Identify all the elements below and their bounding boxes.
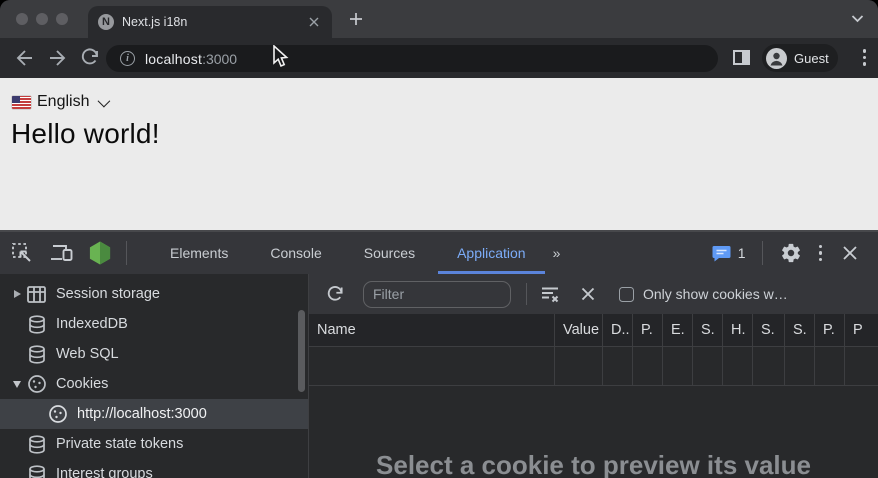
page-content: English Hello world! [0, 78, 878, 230]
issues-count: 1 [738, 245, 746, 261]
device-toolbar-icon[interactable] [50, 241, 74, 265]
cookies-panel: Only show cookies w… Name Value D.. P. E… [309, 274, 878, 478]
database-icon [26, 434, 47, 455]
chevron-down-icon [98, 94, 111, 107]
inspect-element-icon[interactable] [10, 241, 34, 265]
col-size[interactable]: S. [693, 314, 723, 346]
col-value[interactable]: Value [555, 314, 603, 346]
sidebar-item-interest-groups[interactable]: Interest groups [0, 459, 308, 478]
tab-search-chevron-icon[interactable] [851, 14, 864, 23]
filter-input[interactable] [363, 281, 511, 308]
sidebar-scrollbar[interactable] [298, 310, 305, 392]
expand-arrow-icon[interactable] [14, 290, 21, 298]
tab-close-icon[interactable] [306, 14, 322, 30]
col-name[interactable]: Name [309, 314, 555, 346]
address-bar[interactable]: i localhost:3000 [106, 45, 718, 72]
cookies-toolbar: Only show cookies w… [309, 274, 878, 314]
sidebar-item-session-storage[interactable]: Session storage [0, 279, 308, 309]
close-window-button[interactable] [16, 13, 28, 25]
sidebar-item-cookies[interactable]: Cookies [0, 369, 308, 399]
devtools-menu-icon[interactable] [819, 245, 823, 262]
cookie-preview-message: Select a cookie to preview its value [376, 450, 811, 478]
only-show-cookies-checkbox[interactable] [619, 287, 634, 302]
col-domain[interactable]: D.. [603, 314, 633, 346]
cookie-preview-pane: Select a cookie to preview its value [309, 386, 878, 478]
col-priority[interactable]: P [845, 314, 878, 346]
language-label: English [37, 93, 89, 111]
tab-sources[interactable]: Sources [343, 232, 436, 274]
sidebar-item-indexeddb[interactable]: IndexedDB [0, 309, 308, 339]
page-heading: Hello world! [11, 118, 160, 150]
clear-filter-icon[interactable] [538, 282, 562, 306]
profile-button[interactable]: Guest [762, 44, 838, 72]
tab-strip: N Next.js i18n [0, 0, 878, 38]
database-icon [26, 314, 47, 335]
back-button[interactable] [12, 46, 36, 70]
col-expires[interactable]: E. [663, 314, 693, 346]
window-controls [16, 13, 68, 25]
forward-button[interactable] [46, 46, 70, 70]
collapse-arrow-icon[interactable] [13, 381, 21, 388]
us-flag-icon [12, 96, 31, 109]
more-tabs-icon[interactable]: » [547, 232, 566, 274]
devtools-toolbar-right: 1 [712, 232, 878, 274]
nextjs-favicon-icon: N [98, 14, 114, 30]
zoom-window-button[interactable] [56, 13, 68, 25]
sidebar-item-web-sql[interactable]: Web SQL [0, 339, 308, 369]
cookie-icon [26, 374, 47, 395]
sidebar-item-cookie-origin[interactable]: http://localhost:3000 [0, 399, 308, 429]
settings-gear-icon[interactable] [779, 241, 803, 265]
site-info-icon[interactable]: i [120, 51, 135, 66]
database-icon [26, 464, 47, 478]
nodejs-icon[interactable] [88, 241, 112, 265]
cookies-table-header: Name Value D.. P. E. S. H. S. S. P. P [309, 314, 878, 347]
only-show-cookies-label: Only show cookies w… [643, 286, 878, 302]
tab-title: Next.js i18n [122, 15, 306, 29]
col-secure[interactable]: S. [753, 314, 785, 346]
tab-console[interactable]: Console [249, 232, 342, 274]
table-icon [26, 284, 47, 305]
profile-name: Guest [794, 51, 829, 66]
browser-window: N Next.js i18n i localhost:3000 [0, 0, 878, 478]
side-panel-icon[interactable] [733, 50, 750, 65]
devtools-tabs: Elements Console Sources Application » [149, 232, 565, 274]
avatar-icon [766, 48, 787, 69]
cookie-icon [47, 404, 68, 425]
new-tab-button[interactable] [348, 11, 364, 27]
sidebar-item-private-state-tokens[interactable]: Private state tokens [0, 429, 308, 459]
url-port: :3000 [202, 51, 237, 67]
minimize-window-button[interactable] [36, 13, 48, 25]
tab-application[interactable]: Application [436, 232, 547, 274]
devtools-panel: Elements Console Sources Application » 1 [0, 230, 878, 478]
col-path[interactable]: P. [633, 314, 663, 346]
mouse-cursor [271, 45, 291, 69]
browser-tab[interactable]: N Next.js i18n [88, 6, 332, 38]
col-samesite[interactable]: S. [785, 314, 815, 346]
devtools-body: Session storage IndexedDB Web SQL [0, 274, 878, 478]
browser-menu-icon[interactable] [863, 49, 867, 66]
cookies-empty-row[interactable] [309, 347, 878, 386]
language-selector[interactable]: English [12, 93, 107, 111]
col-httponly[interactable]: H. [723, 314, 753, 346]
browser-toolbar: i localhost:3000 Guest [0, 38, 878, 78]
issues-bubble-icon [712, 245, 731, 262]
issues-counter[interactable]: 1 [712, 245, 746, 262]
url-host: localhost [145, 51, 202, 67]
devtools-close-icon[interactable] [838, 241, 862, 265]
database-icon [26, 344, 47, 365]
refresh-icon[interactable] [323, 282, 347, 306]
reload-button[interactable] [78, 46, 102, 70]
col-partition[interactable]: P. [815, 314, 845, 346]
devtools-toolbar: Elements Console Sources Application » 1 [0, 232, 878, 274]
tab-elements[interactable]: Elements [149, 232, 249, 274]
application-sidebar: Session storage IndexedDB Web SQL [0, 274, 309, 478]
delete-all-icon[interactable] [576, 282, 600, 306]
